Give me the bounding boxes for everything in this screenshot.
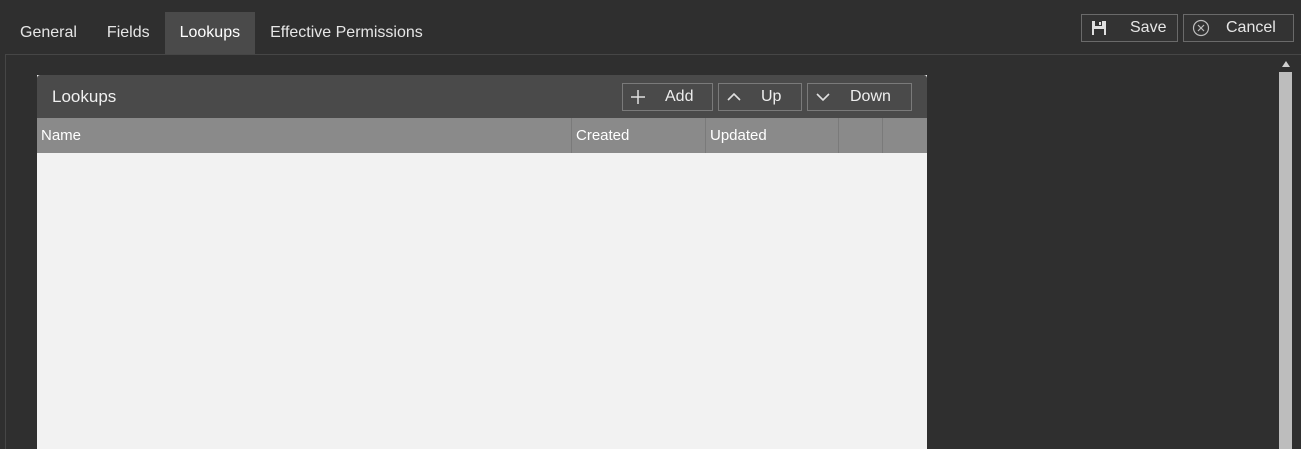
chevron-up-icon: [725, 88, 743, 106]
up-button[interactable]: Up: [718, 83, 802, 111]
scroll-thumb[interactable]: [1279, 72, 1292, 449]
down-button[interactable]: Down: [807, 83, 912, 111]
tab-effective-permissions[interactable]: Effective Permissions: [255, 12, 438, 54]
scroll-up-arrow-icon[interactable]: [1277, 55, 1294, 72]
entity-editor: General Fields Lookups Effective Permiss…: [0, 0, 1301, 449]
lookups-panel-title: Lookups: [52, 87, 117, 106]
up-label: Up: [761, 88, 782, 105]
vertical-scrollbar[interactable]: [1277, 55, 1294, 449]
chevron-down-icon: [814, 88, 832, 106]
column-header-name[interactable]: Name: [37, 118, 572, 153]
cancel-label: Cancel: [1226, 19, 1276, 36]
column-header-action-2: [883, 118, 927, 153]
floppy-disk-icon: [1090, 19, 1108, 37]
lookups-grid-body: [37, 153, 927, 449]
lookups-panel: Lookups Add Up Down Name Created Updated: [37, 75, 927, 449]
column-header-created[interactable]: Created: [572, 118, 706, 153]
add-button[interactable]: Add: [622, 83, 713, 111]
down-label: Down: [850, 88, 891, 105]
column-header-updated[interactable]: Updated: [706, 118, 839, 153]
tab-fields[interactable]: Fields: [92, 12, 165, 54]
add-label: Add: [665, 88, 694, 105]
save-button[interactable]: Save: [1081, 14, 1178, 42]
plus-icon: [629, 88, 647, 106]
tab-lookups[interactable]: Lookups: [164, 12, 256, 54]
cancel-button[interactable]: Cancel: [1183, 14, 1294, 42]
tab-strip: General Fields Lookups Effective Permiss…: [5, 12, 438, 54]
tab-general[interactable]: General: [5, 12, 92, 54]
lookups-panel-header: Lookups Add Up Down: [37, 75, 927, 118]
lookups-grid-header: Name Created Updated: [37, 118, 927, 153]
save-label: Save: [1130, 19, 1167, 36]
column-header-action-1: [839, 118, 883, 153]
circle-x-icon: [1192, 19, 1210, 37]
